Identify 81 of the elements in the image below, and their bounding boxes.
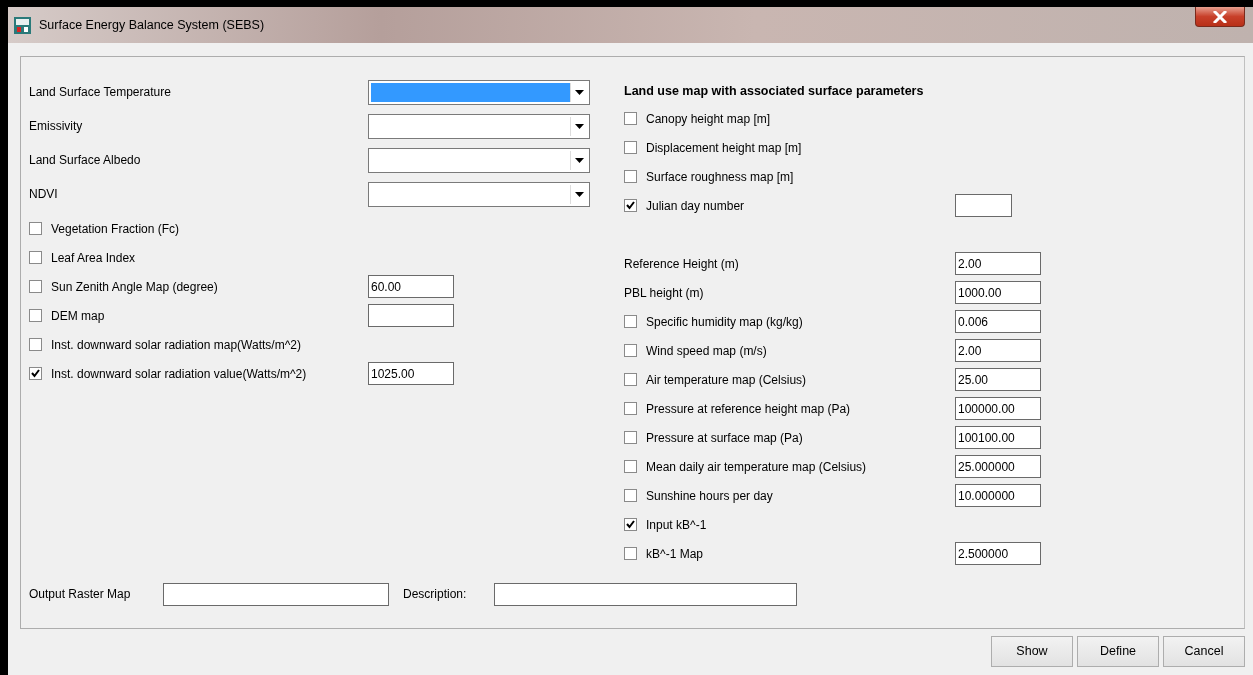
dropdown-arrow-icon	[574, 157, 584, 163]
field-label: NDVI	[29, 186, 59, 203]
checkbox[interactable]	[624, 170, 637, 183]
checkbox-label: Wind speed map (m/s)	[646, 342, 768, 360]
dropdown-arrow-icon	[574, 191, 584, 197]
checkbox-label: Pressure at reference height map (Pa)	[646, 400, 852, 418]
dropdown[interactable]	[368, 79, 590, 105]
checkbox-label: Leaf Area Index	[51, 249, 137, 267]
field-label: Land Surface Temperature	[29, 84, 172, 101]
checkbox-label: Displacement height map [m]	[646, 139, 803, 157]
input-field[interactable]: 2.500000	[955, 542, 1041, 565]
checkbox[interactable]	[624, 547, 637, 560]
input-field[interactable]: 2.00	[955, 339, 1041, 362]
close-button[interactable]	[1195, 7, 1245, 27]
input-field[interactable]: 1025.00	[368, 362, 454, 385]
checkbox-label: Mean daily air temperature map (Celsius)	[646, 458, 868, 476]
checkbox[interactable]	[624, 199, 637, 212]
app-icon	[14, 16, 31, 34]
field-label: PBL height (m)	[624, 284, 705, 302]
input-field[interactable]: 25.000000	[955, 455, 1041, 478]
checkbox[interactable]	[29, 367, 42, 380]
checkbox-label: Surface roughness map [m]	[646, 168, 795, 186]
checkbox[interactable]	[29, 338, 42, 351]
checkbox-label: Inst. downward solar radiation value(Watts/m^2)	[51, 365, 308, 383]
input-field[interactable]: 1000.00	[955, 281, 1041, 304]
checkbox-label: Air temperature map (Celsius)	[646, 371, 808, 389]
checkbox[interactable]	[624, 373, 637, 386]
input-field[interactable]	[494, 582, 797, 606]
dropdown[interactable]	[368, 147, 590, 173]
field-label: Emissivity	[29, 118, 84, 135]
field-label: Description:	[403, 586, 468, 603]
checkbox[interactable]	[624, 460, 637, 473]
field-label: Land Surface Albedo	[29, 152, 142, 169]
checkbox-label: Specific humidity map (kg/kg)	[646, 313, 804, 331]
input-field[interactable]: 10.000000	[955, 484, 1041, 507]
input-field[interactable]: 25.00	[955, 368, 1041, 391]
section-heading: Land use map with associated surface parameters	[623, 83, 925, 101]
dropdown[interactable]	[368, 113, 590, 139]
checkbox-label: Sunshine hours per day	[646, 487, 774, 505]
checkbox-label: Input kB^-1	[646, 516, 708, 534]
checkbox-label: Julian day number	[646, 197, 746, 215]
checkbox[interactable]	[29, 251, 42, 264]
checkbox-label: Inst. downward solar radiation map(Watts/m^2)	[51, 336, 302, 354]
window-title: Surface Energy Balance System (SEBS)	[39, 16, 265, 34]
input-field[interactable]: 0.006	[955, 310, 1041, 333]
checkbox[interactable]	[624, 489, 637, 502]
input-field[interactable]: 100100.00	[955, 426, 1041, 449]
checkbox[interactable]	[624, 402, 637, 415]
checkbox[interactable]	[29, 222, 42, 235]
checkbox[interactable]	[624, 431, 637, 444]
checkbox[interactable]	[624, 141, 637, 154]
checkbox[interactable]	[624, 518, 637, 531]
dialog-button[interactable]: Show	[991, 636, 1073, 667]
input-field[interactable]: 60.00	[368, 275, 454, 298]
field-label: Output Raster Map	[29, 586, 132, 603]
checkbox[interactable]	[624, 344, 637, 357]
dialog-button[interactable]: Cancel	[1163, 636, 1245, 667]
checkbox-label: Sun Zenith Angle Map (degree)	[51, 278, 219, 296]
checkbox-label: Pressure at surface map (Pa)	[646, 429, 804, 447]
checkbox[interactable]	[624, 315, 637, 328]
input-field[interactable]: 2.00	[955, 252, 1041, 275]
checkmark-icon	[626, 201, 635, 210]
input-field[interactable]	[163, 582, 389, 606]
dropdown-arrow-icon	[574, 123, 584, 129]
input-field[interactable]: 100000.00	[955, 397, 1041, 420]
checkbox[interactable]	[29, 309, 42, 322]
dropdown[interactable]	[368, 181, 590, 207]
dropdown-arrow-icon	[574, 89, 584, 95]
checkbox-label: DEM map	[51, 307, 106, 325]
close-icon	[1213, 10, 1227, 23]
checkmark-icon	[626, 520, 635, 529]
checkbox-label: kB^-1 Map	[646, 545, 704, 563]
dialog-button[interactable]: Define	[1077, 636, 1159, 667]
checkbox[interactable]	[29, 280, 42, 293]
checkbox-label: Canopy height map [m]	[646, 110, 772, 128]
input-field[interactable]	[955, 194, 1012, 217]
field-label: Reference Height (m)	[624, 255, 740, 273]
input-field[interactable]	[368, 304, 454, 327]
checkmark-icon	[31, 369, 40, 378]
checkbox[interactable]	[624, 112, 637, 125]
checkbox-label: Vegetation Fraction (Fc)	[51, 220, 181, 238]
